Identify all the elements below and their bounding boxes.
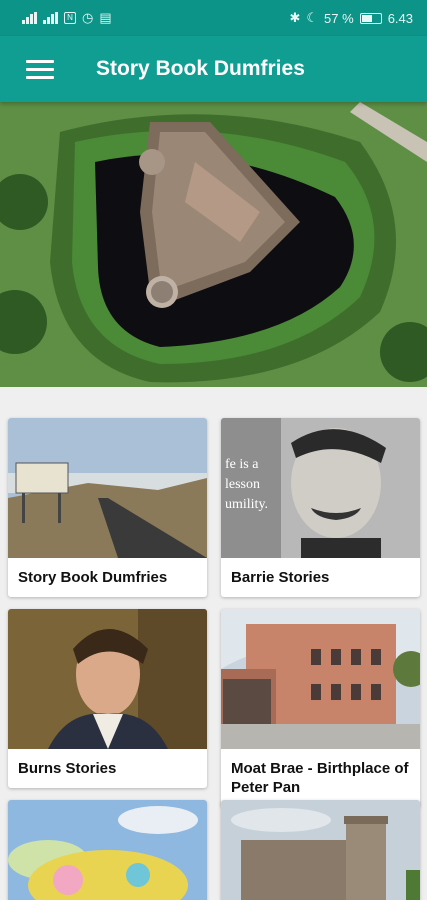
- status-right-icons: ✱ ☾ 57 % 6.43: [289, 10, 413, 26]
- app-bar: Story Book Dumfries: [0, 36, 427, 102]
- moon-icon: ☾: [306, 10, 319, 25]
- card-label: Barrie Stories: [231, 569, 330, 586]
- card-story-book-dumfries[interactable]: Story Book Dumfries: [8, 418, 207, 597]
- card-barrie-stories[interactable]: fe is a lesson umility. Barrie Stories: [221, 418, 420, 597]
- battery-fill: [361, 14, 372, 22]
- card-label: Moat Brae - Birthplace of Peter Pan: [231, 760, 409, 796]
- burns-portrait-image: [8, 609, 207, 749]
- signal-2-icon: [43, 12, 58, 24]
- alarm-icon: ◷: [82, 10, 94, 25]
- image-icon: ▤: [99, 10, 112, 25]
- nfc-icon: N: [64, 12, 76, 24]
- moat-brae-house-image: [221, 609, 420, 749]
- card-colour-landscape[interactable]: [8, 800, 207, 900]
- castle-image: [221, 800, 420, 900]
- battery-icon: [359, 12, 382, 24]
- quote-line-3: umility.: [225, 497, 268, 512]
- bluetooth-icon: ✱: [289, 10, 301, 25]
- barrie-portrait-image: fe is a lesson umility.: [221, 418, 420, 558]
- road-landscape-image: [8, 418, 207, 558]
- hero-image: [0, 102, 427, 387]
- story-grid: Story Book Dumfries fe is a lesson umili…: [0, 387, 427, 900]
- signal-icon: [22, 12, 37, 24]
- card-castle[interactable]: [221, 800, 420, 900]
- card-moat-brae[interactable]: Moat Brae - Birthplace of Peter Pan: [221, 609, 420, 807]
- quote-line-1: fe is a: [225, 457, 259, 472]
- card-label: Story Book Dumfries: [18, 569, 168, 586]
- clock: 6.43: [387, 10, 413, 26]
- card-label: Burns Stories: [18, 760, 117, 777]
- colourful-field-image: [8, 800, 207, 900]
- status-bar: N ◷ ▤ ✱ ☾ 57 % 6.43: [0, 0, 427, 36]
- battery-percent: 57 %: [324, 10, 354, 26]
- hamburger-menu-icon[interactable]: [0, 36, 80, 102]
- app-title: Story Book Dumfries: [96, 57, 305, 80]
- castle-aerial-image: [0, 102, 427, 387]
- quote-line-2: lesson: [225, 477, 260, 492]
- status-left-icons: N ◷ ▤: [22, 10, 112, 26]
- card-burns-stories[interactable]: Burns Stories: [8, 609, 207, 788]
